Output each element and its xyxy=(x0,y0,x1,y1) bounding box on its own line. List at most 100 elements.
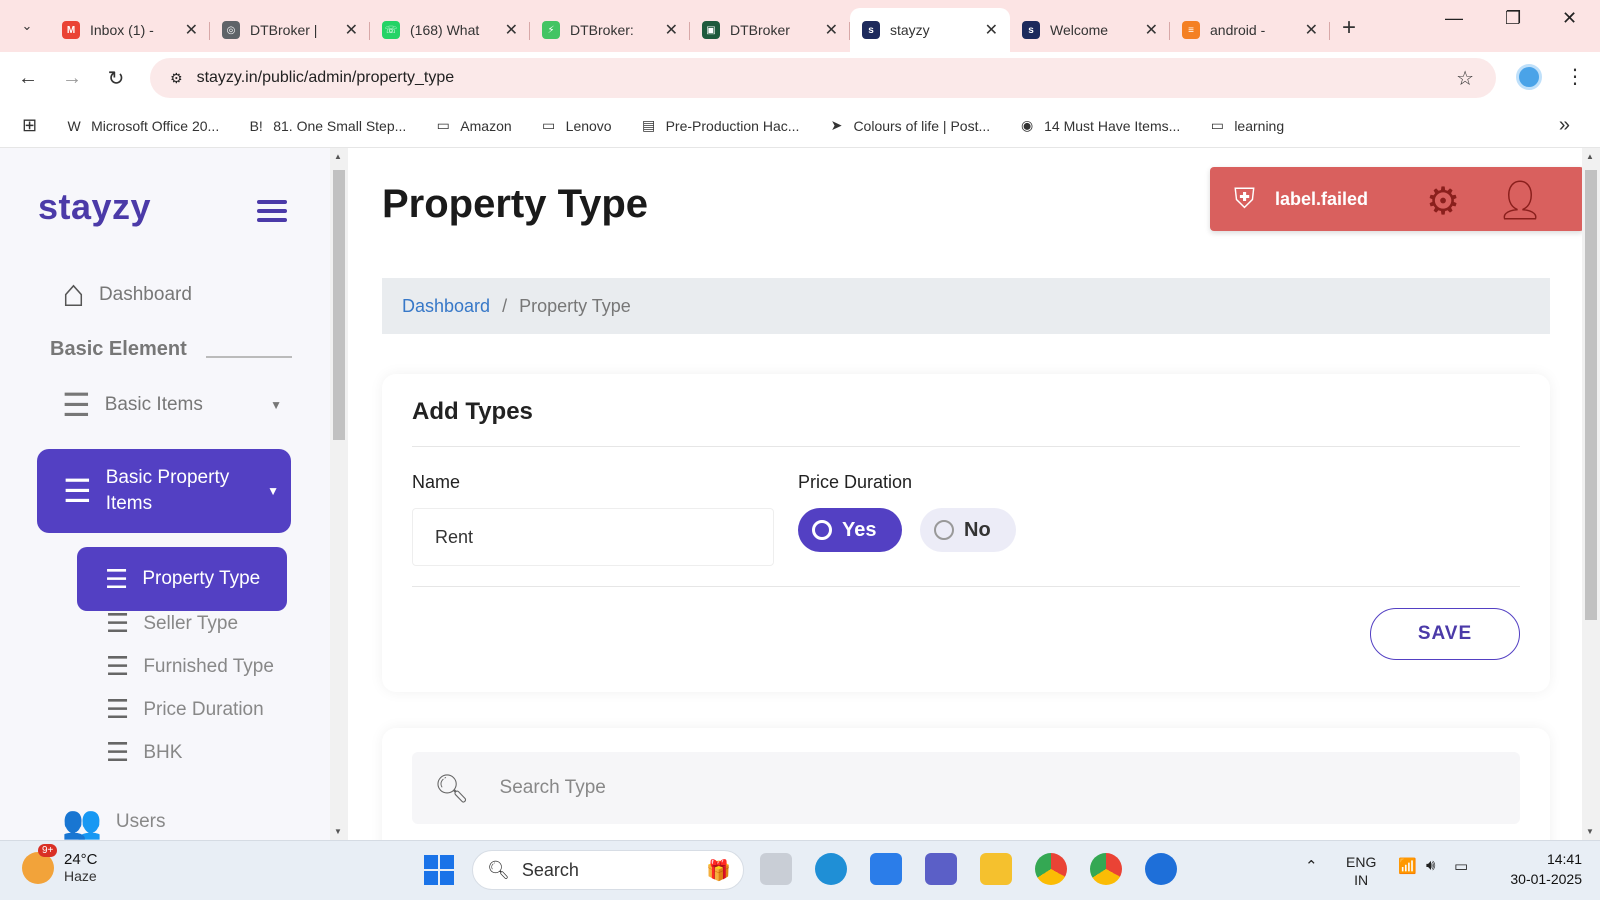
scroll-up-arrow-icon[interactable]: ▲ xyxy=(334,152,342,161)
sidebar-item-users[interactable]: 👥 Users xyxy=(62,803,165,840)
taskbar-search[interactable]: 🔍︎ Search 🎁 xyxy=(472,850,744,890)
chrome-icon[interactable] xyxy=(1035,853,1067,885)
chrome-profile-icon[interactable] xyxy=(1090,853,1122,885)
close-tab-icon[interactable]: ✕ xyxy=(505,20,518,40)
browser-toolbar: ← → ↻ ⚙ stayzy.in/public/admin/property_… xyxy=(0,52,1600,104)
tab-search-chevron-icon[interactable]: ⌄ xyxy=(10,9,44,43)
close-tab-icon[interactable]: ✕ xyxy=(1305,20,1318,40)
system-clock[interactable]: 14:41 30-01-2025 xyxy=(1498,849,1582,889)
app-store-icon[interactable] xyxy=(1145,853,1177,885)
forward-arrow-icon[interactable]: → xyxy=(50,67,94,90)
teams-icon[interactable] xyxy=(925,853,957,885)
bookmark-item[interactable]: ▭ learning xyxy=(1208,117,1284,134)
browser-tab[interactable]: ▣ DTBroker ✕ xyxy=(690,8,850,52)
main-content: Property Type Dashboard / Property Type … xyxy=(348,148,1582,840)
search-type-input[interactable] xyxy=(499,777,1400,799)
name-label: Name xyxy=(412,472,461,492)
bookmark-item[interactable]: ▭ Lenovo xyxy=(540,117,612,134)
main-scrollbar[interactable]: ▲ ▼ xyxy=(1582,148,1600,840)
user-profile-icon[interactable]: 👤︎ xyxy=(1496,179,1544,223)
price-duration-label: Price Duration xyxy=(798,472,913,492)
scrollbar-thumb[interactable] xyxy=(333,170,345,440)
sidebar-item-basic-property-items[interactable]: ☰ Basic Property Items ▼ xyxy=(37,449,291,533)
breadcrumb-link-dashboard[interactable]: Dashboard xyxy=(402,296,490,317)
scroll-down-arrow-icon[interactable]: ▼ xyxy=(334,827,342,836)
sidebar-subitem-property-type[interactable]: ☰ Property Type xyxy=(77,547,287,611)
close-tab-icon[interactable]: ✕ xyxy=(985,20,998,40)
list-indent-icon: ☰ xyxy=(106,694,130,724)
address-bar[interactable]: ⚙ stayzy.in/public/admin/property_type ☆ xyxy=(150,58,1496,98)
volume-icon[interactable]: 🔊︎ xyxy=(1426,857,1435,874)
app-logo[interactable]: stayzy xyxy=(38,186,151,228)
close-window-icon[interactable]: ✕ xyxy=(1562,8,1577,29)
tray-chevron-up-icon[interactable]: ⌃ xyxy=(1305,857,1318,875)
name-input[interactable] xyxy=(412,508,774,566)
sidebar-subitem-furnished-type[interactable]: ☰ Furnished Type xyxy=(106,651,274,682)
bookmark-star-icon[interactable]: ☆ xyxy=(1456,66,1474,91)
sidebar-subitem-seller-type[interactable]: ☰ Seller Type xyxy=(106,608,238,639)
browser-tab[interactable]: ☏ (168) What ✕ xyxy=(370,8,530,52)
windows-start-icon[interactable] xyxy=(424,855,454,885)
wifi-icon[interactable]: 📶 xyxy=(1398,857,1417,875)
bookmarks-bar: ⊞ W Microsoft Office 20... B! 81. One Small… xyxy=(0,104,1600,148)
radio-circle-icon xyxy=(934,520,954,540)
sidebar-item-label: Basic Items xyxy=(104,394,203,415)
save-button[interactable]: SAVE xyxy=(1370,608,1520,660)
language-indicator[interactable]: ENG IN xyxy=(1346,853,1376,889)
tab-favicon-icon: ◎ xyxy=(222,21,240,39)
minimize-icon[interactable]: — xyxy=(1445,8,1463,29)
bookmark-item[interactable]: ➤ Colours of life | Post... xyxy=(827,117,991,134)
new-tab-plus-icon[interactable]: + xyxy=(1342,14,1356,42)
bookmark-label: Pre-Production Hac... xyxy=(665,117,800,134)
back-arrow-icon[interactable]: ← xyxy=(6,67,50,90)
sidebar-scrollbar[interactable]: ▲ ▼ xyxy=(330,148,348,840)
bookmark-item[interactable]: ▭ Amazon xyxy=(434,117,512,134)
bookmark-item[interactable]: B! 81. One Small Step... xyxy=(247,118,407,134)
browser-tab[interactable]: M Inbox (1) - ✕ xyxy=(50,8,210,52)
apps-grid-icon[interactable]: ⊞ xyxy=(22,115,37,136)
close-tab-icon[interactable]: ✕ xyxy=(665,20,678,40)
hamburger-menu-icon[interactable] xyxy=(257,200,287,222)
bookmark-item[interactable]: ▤ Pre-Production Hac... xyxy=(640,117,800,134)
scroll-down-arrow-icon[interactable]: ▼ xyxy=(1586,827,1594,836)
browser-tab[interactable]: s Welcome ✕ xyxy=(1010,8,1170,52)
myhp-icon[interactable] xyxy=(870,853,902,885)
close-tab-icon[interactable]: ✕ xyxy=(185,20,198,40)
browser-menu-icon[interactable]: ⋮ xyxy=(1565,64,1585,89)
tab-favicon-icon: ≡ xyxy=(1182,21,1200,39)
browser-tab[interactable]: ≡ android - ✕ xyxy=(1170,8,1330,52)
browser-tab[interactable]: s stayzy ✕ xyxy=(850,8,1010,52)
task-view-icon[interactable] xyxy=(760,853,792,885)
sidebar-item-dashboard[interactable]: ⌂ Dashboard xyxy=(62,273,192,316)
more-bookmarks-icon[interactable]: » xyxy=(1559,114,1570,137)
site-info-icon[interactable]: ⚙ xyxy=(170,70,183,87)
close-tab-icon[interactable]: ✕ xyxy=(825,20,838,40)
sidebar-subitem-price-duration[interactable]: ☰ Price Duration xyxy=(106,694,264,725)
bookmark-label: Colours of life | Post... xyxy=(853,117,991,134)
gear-icon[interactable]: ⚙ xyxy=(1426,179,1460,224)
breadcrumb-separator: / xyxy=(502,295,508,316)
region-code: IN xyxy=(1354,872,1369,888)
sidebar-item-label: Seller Type xyxy=(143,612,239,634)
scrollbar-thumb[interactable] xyxy=(1585,170,1597,620)
browser-tab[interactable]: ◎ DTBroker | ✕ xyxy=(210,8,370,52)
browser-tab[interactable]: ⚡ DTBroker: ✕ xyxy=(530,8,690,52)
sidebar-item-label: Basic Property Items xyxy=(105,467,230,514)
price-duration-yes-radio[interactable]: Yes xyxy=(798,508,902,552)
scroll-up-arrow-icon[interactable]: ▲ xyxy=(1586,152,1594,161)
weather-widget[interactable]: 9+ 24°C Haze xyxy=(22,843,98,884)
close-tab-icon[interactable]: ✕ xyxy=(1145,20,1158,40)
restore-icon[interactable]: ❐ xyxy=(1505,8,1521,29)
reload-icon[interactable]: ↻ xyxy=(94,66,138,91)
close-tab-icon[interactable]: ✕ xyxy=(345,20,358,40)
price-duration-no-radio[interactable]: No xyxy=(920,508,1016,552)
sidebar-subitem-bhk[interactable]: ☰ BHK xyxy=(106,737,182,768)
bookmark-item[interactable]: ◉ 14 Must Have Items... xyxy=(1018,117,1180,134)
battery-icon[interactable]: ▭ xyxy=(1454,857,1468,875)
sidebar-item-basic-items[interactable]: ☰ Basic Items ▼ xyxy=(62,386,282,424)
edge-browser-icon[interactable] xyxy=(815,853,847,885)
profile-extension-icon[interactable] xyxy=(1516,64,1542,90)
bookmark-item[interactable]: W Microsoft Office 20... xyxy=(65,118,219,134)
file-explorer-icon[interactable] xyxy=(980,853,1012,885)
list-indent-icon: ☰ xyxy=(106,608,130,638)
